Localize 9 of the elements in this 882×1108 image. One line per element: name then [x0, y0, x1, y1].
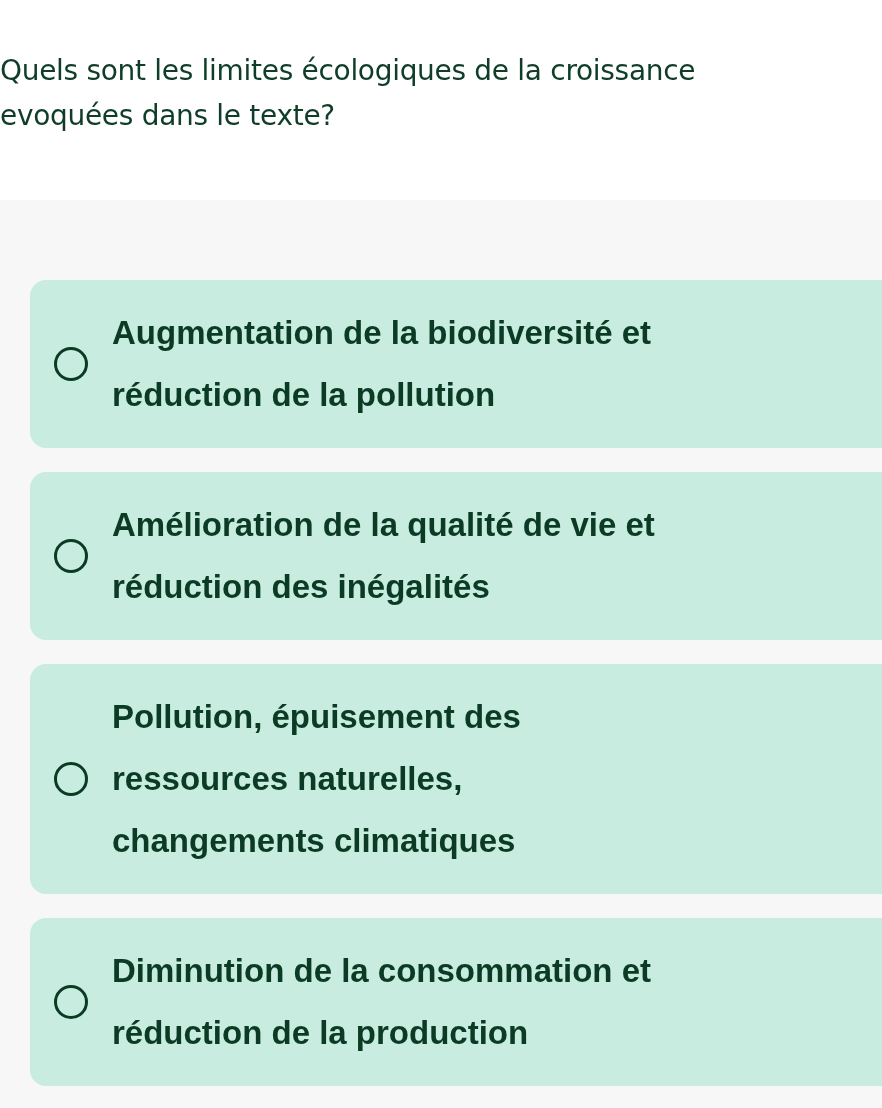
radio-button[interactable] [54, 762, 88, 796]
question-text: Quels sont les limites écologiques de la croissance evoquées dans le texte? [0, 53, 697, 134]
radio-button[interactable] [54, 539, 88, 573]
radio-button[interactable] [54, 347, 88, 381]
answer-option[interactable]: Augmentation de la biodiversité et réduction de la pollution [30, 280, 882, 448]
answer-option[interactable]: Pollution, épuisement des ressources naturelles, changements climatiques [30, 664, 882, 894]
radio-button[interactable] [54, 985, 88, 1019]
answer-option[interactable]: Amélioration de la qualité de vie et réduction des inégalités [30, 472, 882, 640]
answer-option[interactable]: Diminution de la consommation et réduction de la production [30, 918, 882, 1086]
